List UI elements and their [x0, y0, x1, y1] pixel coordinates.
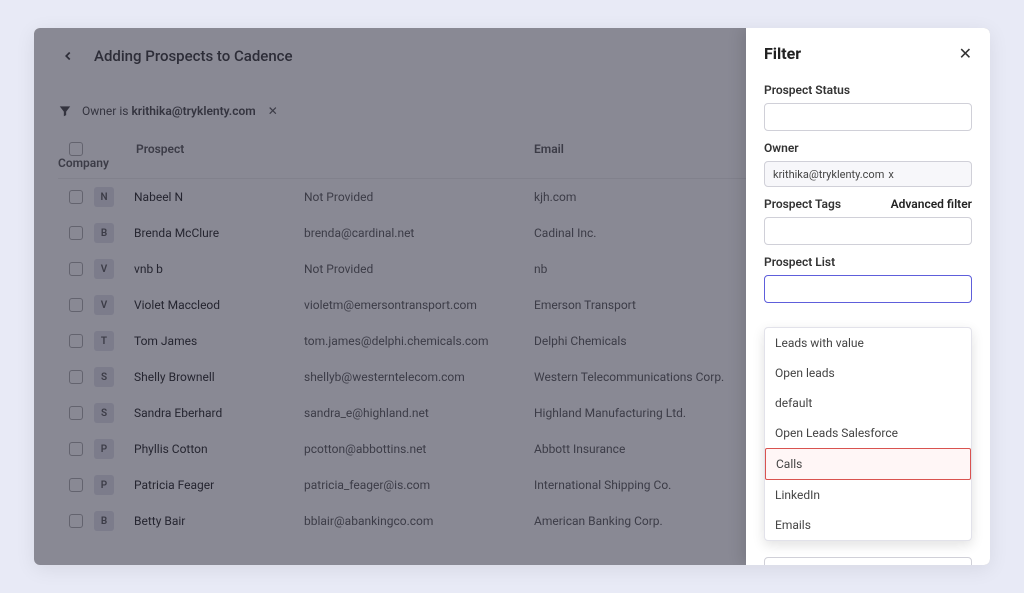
- col-header-company: Company: [58, 156, 94, 170]
- row-checkbox[interactable]: [69, 226, 83, 240]
- avatar: B: [94, 223, 114, 243]
- page-title: Adding Prospects to Cadence: [94, 47, 293, 65]
- prospect-email: Not Provided: [304, 262, 534, 276]
- filter-panel-body: Prospect Status Owner krithika@tryklenty…: [746, 73, 990, 565]
- back-button[interactable]: [58, 46, 78, 66]
- prospect-list-dropdown: Leads with valueOpen leadsdefaultOpen Le…: [764, 327, 972, 541]
- prospect-name: Patricia Feager: [134, 478, 304, 492]
- dropdown-item[interactable]: Open Leads Salesforce: [765, 418, 971, 448]
- row-checkbox[interactable]: [69, 370, 83, 384]
- avatar: S: [94, 403, 114, 423]
- prospect-tags-label: Prospect Tags: [764, 197, 841, 211]
- owner-label: Owner: [764, 141, 972, 155]
- prospect-email: Not Provided: [304, 190, 534, 204]
- owner-chip-remove[interactable]: x: [888, 168, 893, 181]
- close-button[interactable]: ✕: [959, 46, 972, 62]
- prospect-email: patricia_feager@is.com: [304, 478, 534, 492]
- prospect-email: pcotton@abbottins.net: [304, 442, 534, 456]
- filter-select-3[interactable]: [764, 557, 972, 565]
- advanced-filter-link[interactable]: Advanced filter: [891, 197, 972, 211]
- row-checkbox[interactable]: [69, 190, 83, 204]
- prospect-name: vnb b: [134, 262, 304, 276]
- row-checkbox[interactable]: [69, 298, 83, 312]
- avatar: B: [94, 511, 114, 531]
- row-checkbox[interactable]: [69, 262, 83, 276]
- filter-panel: Filter ✕ Prospect Status Owner krithika@…: [746, 28, 990, 565]
- row-checkbox[interactable]: [69, 478, 83, 492]
- prospect-status-label: Prospect Status: [764, 83, 972, 97]
- app-frame: Adding Prospects to Cadence Owner is kri…: [34, 28, 990, 565]
- prospect-name: Brenda McClure: [134, 226, 304, 240]
- prospect-name: Sandra Eberhard: [134, 406, 304, 420]
- prospect-tags-input[interactable]: [764, 217, 972, 245]
- avatar: P: [94, 439, 114, 459]
- prospect-name: Phyllis Cotton: [134, 442, 304, 456]
- dropdown-item[interactable]: Leads with value: [765, 328, 971, 358]
- active-filter-field: Owner: [82, 104, 116, 118]
- prospect-email: shellyb@westerntelecom.com: [304, 370, 534, 384]
- prospect-name: Nabeel N: [134, 190, 304, 204]
- prospect-list-label: Prospect List: [764, 255, 972, 269]
- dropdown-item[interactable]: LinkedIn: [765, 480, 971, 510]
- active-filter-verb: is: [119, 104, 128, 118]
- avatar: N: [94, 187, 114, 207]
- prospect-email: tom.james@delphi.chemicals.com: [304, 334, 534, 348]
- filter-panel-header: Filter ✕: [746, 28, 990, 73]
- dropdown-item[interactable]: Calls: [765, 448, 971, 480]
- owner-chip-text: krithika@tryklenty.com: [773, 168, 884, 181]
- avatar: P: [94, 475, 114, 495]
- prospect-status-input[interactable]: [764, 103, 972, 131]
- prospect-name: Tom James: [134, 334, 304, 348]
- avatar: V: [94, 295, 114, 315]
- select-all-checkbox[interactable]: [69, 142, 83, 156]
- prospect-email: bblair@abankingco.com: [304, 514, 534, 528]
- col-header-prospect: Prospect: [94, 142, 304, 156]
- chevron-left-icon: [61, 49, 75, 63]
- row-checkbox[interactable]: [69, 514, 83, 528]
- prospect-name: Violet Maccleod: [134, 298, 304, 312]
- filter-panel-title: Filter: [764, 44, 801, 63]
- filter-icon: [58, 104, 72, 118]
- row-checkbox[interactable]: [69, 406, 83, 420]
- owner-chip[interactable]: krithika@tryklenty.com x: [764, 161, 972, 187]
- row-checkbox[interactable]: [69, 442, 83, 456]
- avatar: V: [94, 259, 114, 279]
- row-checkbox[interactable]: [69, 334, 83, 348]
- prospect-list-input[interactable]: [764, 275, 972, 303]
- prospect-name: Shelly Brownell: [134, 370, 304, 384]
- prospect-name: Betty Bair: [134, 514, 304, 528]
- dropdown-item[interactable]: Emails: [765, 510, 971, 540]
- active-filter-text: Owner is krithika@tryklenty.com: [82, 104, 256, 118]
- remove-filter-button[interactable]: ✕: [266, 104, 280, 118]
- avatar: S: [94, 367, 114, 387]
- dropdown-item[interactable]: Open leads: [765, 358, 971, 388]
- active-filter-value: krithika@tryklenty.com: [131, 104, 255, 118]
- avatar: T: [94, 331, 114, 351]
- prospect-email: sandra_e@highland.net: [304, 406, 534, 420]
- prospect-email: violetm@emersontransport.com: [304, 298, 534, 312]
- prospect-email: brenda@cardinal.net: [304, 226, 534, 240]
- dropdown-item[interactable]: default: [765, 388, 971, 418]
